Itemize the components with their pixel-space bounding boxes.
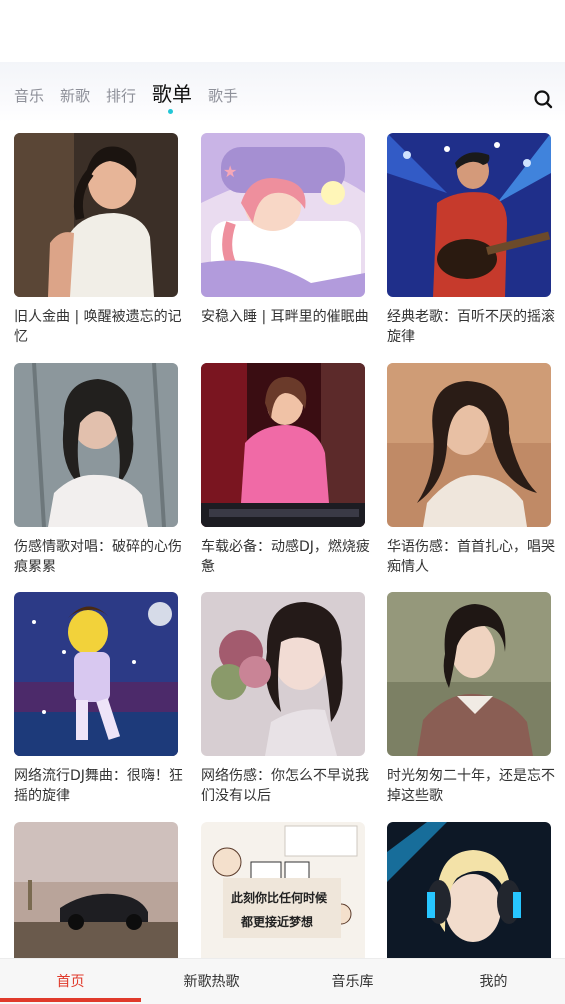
playlist-cover-image[interactable] [201,592,365,756]
playlist-title[interactable]: 华语伤感：首首扎心，唱哭痴情人 [387,537,557,577]
svg-text:★: ★ [223,162,237,181]
playlist-cover-image[interactable]: ★ [201,133,365,297]
playlist-cover-image[interactable] [14,363,178,527]
playlist-title[interactable]: 旧人金曲 | 唤醒被遗忘的记忆 [14,307,184,347]
playlist-cover-image[interactable] [14,822,178,958]
playlist-cover-image[interactable] [201,363,365,527]
playlist-cover-image[interactable] [387,363,551,527]
tab-new-songs[interactable]: 新歌 [60,87,90,105]
tab-singers[interactable]: 歌手 [208,87,238,105]
active-tab-indicator [168,109,173,114]
nav-active-underline [0,998,141,1002]
playlist-cover-image[interactable] [14,133,178,297]
nav-new-hot-songs[interactable]: 新歌热歌 [141,959,282,1004]
tab-music[interactable]: 音乐 [14,87,44,105]
playlist-title[interactable]: 车载必备：动感DJ，燃烧疲惫 [201,537,371,577]
playlist-cover-image[interactable] [387,592,551,756]
playlist-title[interactable]: 伤感情歌对唱：破碎的心伤痕累累 [14,537,184,577]
search-icon[interactable] [532,88,554,110]
cover-sign-line1: 此刻你比任何时候 [231,890,328,905]
tab-charts[interactable]: 排行 [106,87,136,105]
cover-sign-line2: 都更接近梦想 [240,914,313,929]
playlist-title[interactable]: 网络伤感：你怎么不早说我们没有以后 [201,766,371,806]
playlist-cover-image[interactable]: 此刻你比任何时候 都更接近梦想 [201,822,365,958]
nav-music-library[interactable]: 音乐库 [282,959,423,1004]
playlist-title[interactable]: 安稳入睡 | 耳畔里的催眠曲 [201,307,371,327]
tab-playlists[interactable]: 歌单 [152,82,192,106]
playlist-cover-image[interactable] [387,822,551,958]
playlist-title[interactable]: 经典老歌：百听不厌的摇滚旋律 [387,307,557,347]
top-tab-bar: 音乐 新歌 排行 歌单 歌手 [0,62,565,122]
status-bar-area [0,0,565,62]
playlist-cover-image[interactable] [387,133,551,297]
playlist-title[interactable]: 网络流行DJ舞曲：很嗨！狂摇的旋律 [14,766,184,806]
playlist-title[interactable]: 时光匆匆二十年，还是忘不掉这些歌 [387,766,557,806]
nav-mine[interactable]: 我的 [423,959,564,1004]
playlist-grid: 旧人金曲 | 唤醒被遗忘的记忆 ★ 安稳入睡 | 耳畔里的催眠曲 经典老歌：百听… [0,133,565,958]
playlist-cover-image[interactable] [14,592,178,756]
